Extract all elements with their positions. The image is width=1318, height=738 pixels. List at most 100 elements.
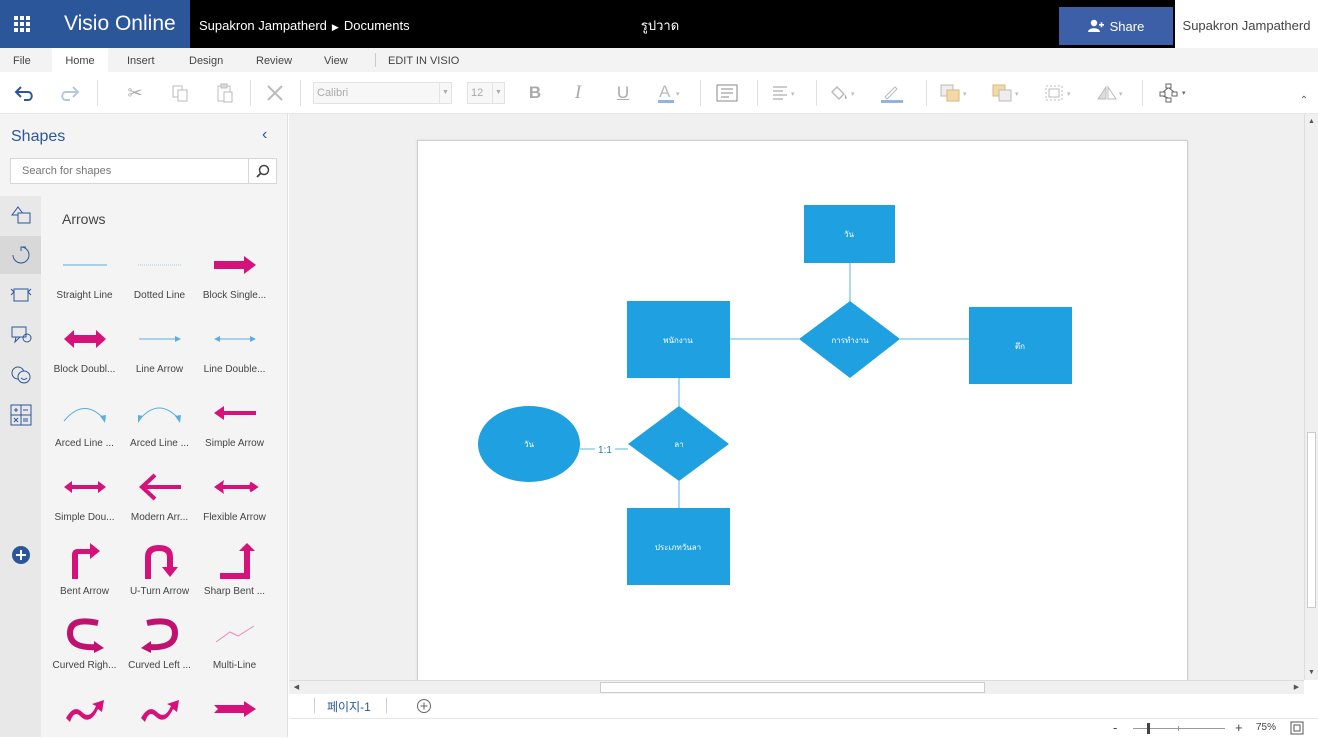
shape-sharp-bent-arrow[interactable]: Sharp Bent ... xyxy=(197,536,272,610)
tab-view[interactable]: View xyxy=(324,48,348,72)
scroll-up-icon[interactable]: ▲ xyxy=(1306,115,1317,128)
bent-arrow-icon xyxy=(71,543,100,579)
shape-u-turn-arrow[interactable]: U-Turn Arrow xyxy=(122,536,197,610)
font-name-select[interactable]: Calibri ▼ xyxy=(313,82,452,104)
scroll-down-icon[interactable]: ▼ xyxy=(1306,666,1317,679)
shape-curved-right-arrow[interactable]: Curved Righ... xyxy=(47,610,122,684)
shape-line-double-arrow[interactable]: Line Double... xyxy=(197,314,272,388)
italic-button[interactable]: I xyxy=(565,80,591,106)
page-tab[interactable]: 페이지-1 xyxy=(327,698,371,715)
search-icon[interactable] xyxy=(248,159,276,183)
horizontal-scroll-thumb[interactable] xyxy=(600,682,985,693)
ribbon-tabs: File Home Insert Design Review View EDIT… xyxy=(0,48,1318,72)
vertical-scroll-thumb[interactable] xyxy=(1307,432,1316,608)
shape-wave-arrow[interactable] xyxy=(47,684,122,734)
shape-simple-double-arrow[interactable]: Simple Dou... xyxy=(47,462,122,536)
tab-design[interactable]: Design xyxy=(189,48,223,72)
shape-simple-arrow[interactable]: Simple Arrow xyxy=(197,388,272,462)
arrows-stencil-button[interactable] xyxy=(0,236,41,274)
bold-button[interactable]: B xyxy=(522,80,548,106)
zoom-level[interactable]: 75% xyxy=(1256,722,1276,733)
shape-label: U-Turn Arrow xyxy=(129,586,190,597)
drawing-canvas[interactable]: วัน พนักงาน การทำงาน ตึก วัน ลา ประเภทวั… xyxy=(289,114,1304,680)
basic-shapes-button[interactable] xyxy=(0,196,41,234)
redo-button[interactable] xyxy=(54,80,84,106)
shape-arced-line-double[interactable]: Arced Line ... xyxy=(122,388,197,462)
app-name[interactable]: Visio Online xyxy=(44,0,190,48)
horizontal-scrollbar[interactable]: ◀ ▶ xyxy=(289,680,1304,694)
shape-label: Sharp Bent ... xyxy=(203,586,266,597)
copy-button[interactable] xyxy=(165,80,195,106)
group-button[interactable]: ▾ xyxy=(1040,80,1078,106)
rotate-flip-button[interactable]: ▾ xyxy=(1092,80,1130,106)
svg-text:▾: ▾ xyxy=(851,91,855,98)
add-stencil-button[interactable] xyxy=(0,536,41,574)
vertical-scrollbar[interactable]: ▲ ▼ xyxy=(1304,114,1318,680)
toolbar-separator xyxy=(816,80,817,106)
copy-icon xyxy=(172,85,188,102)
layout-button[interactable]: ▾ xyxy=(1154,80,1192,106)
shape-flexible-arrow[interactable]: Flexible Arrow xyxy=(197,462,272,536)
scroll-left-icon[interactable]: ◀ xyxy=(290,681,303,694)
delete-button[interactable] xyxy=(260,80,290,106)
shape-curved-left-arrow[interactable]: Curved Left ... xyxy=(122,610,197,684)
status-bar: - + 75% xyxy=(289,718,1318,737)
share-button[interactable]: Share xyxy=(1059,7,1173,45)
cut-button[interactable]: ✂ xyxy=(120,80,150,106)
math-stencil-button[interactable] xyxy=(0,396,41,434)
shape-straight-line[interactable]: Straight Line xyxy=(47,240,122,314)
font-size-select[interactable]: 12 ▼ xyxy=(467,82,505,104)
align-left-icon: ▾ xyxy=(773,86,795,100)
scroll-right-icon[interactable]: ▶ xyxy=(1290,681,1303,694)
shape-wave-arrow-2[interactable] xyxy=(122,684,197,734)
text-box-button[interactable] xyxy=(712,80,742,106)
breadcrumb-folder[interactable]: Documents xyxy=(344,18,410,33)
smiley-icon xyxy=(11,366,30,384)
shape-bent-arrow[interactable]: Bent Arrow xyxy=(47,536,122,610)
shape-block-double-arrow[interactable]: Block Doubl... xyxy=(47,314,122,388)
shape-notched-arrow[interactable] xyxy=(197,684,272,734)
collapse-ribbon-button[interactable]: ⌃ xyxy=(1296,92,1312,108)
emoji-stencil-button[interactable] xyxy=(0,356,41,394)
zoom-slider-thumb[interactable] xyxy=(1147,723,1150,734)
shape-label: Dotted Line xyxy=(133,290,186,301)
tab-edit-in-visio[interactable]: EDIT IN VISIO xyxy=(388,48,459,72)
paste-button[interactable] xyxy=(210,80,240,106)
drawing-page[interactable]: วัน พนักงาน การทำงาน ตึก วัน ลา ประเภทวั… xyxy=(417,140,1188,680)
shape-modern-arrow[interactable]: Modern Arr... xyxy=(122,462,197,536)
zoom-out-button[interactable]: - xyxy=(1113,720,1117,735)
tab-insert[interactable]: Insert xyxy=(127,48,155,72)
fill-button[interactable]: ▾ xyxy=(828,80,862,106)
tab-review[interactable]: Review xyxy=(256,48,292,72)
shape-search-input[interactable]: Search for shapes xyxy=(10,158,277,184)
clipboard-icon xyxy=(217,83,233,103)
ribbon-toolbar: ✂ Calibri▼ 12▼ B I U A▾ ▾ ▾ ▾ ▾ ▾ ▾ ▾ xyxy=(0,72,1318,114)
underline-button[interactable]: U xyxy=(610,80,636,106)
document-title[interactable]: รูปวาด xyxy=(600,0,720,48)
zoom-in-button[interactable]: + xyxy=(1235,720,1243,735)
shape-arced-line-arrow[interactable]: Arced Line ... xyxy=(47,388,122,462)
add-page-button[interactable] xyxy=(416,698,432,714)
shape-dotted-line[interactable]: Dotted Line xyxy=(122,240,197,314)
font-color-button[interactable]: A ▾ xyxy=(652,80,686,106)
breadcrumb-owner[interactable]: Supakron Jampatherd xyxy=(199,18,327,33)
bring-forward-button[interactable]: ▾ xyxy=(936,80,974,106)
send-backward-button[interactable]: ▾ xyxy=(988,80,1026,106)
undo-button[interactable] xyxy=(10,80,40,106)
flip-icon: ▾ xyxy=(1097,85,1123,100)
user-account[interactable]: Supakron Jampatherd xyxy=(1175,0,1318,48)
shape-block-single-arrow[interactable]: Block Single... xyxy=(197,240,272,314)
callouts-stencil-button[interactable] xyxy=(0,316,41,354)
tab-file[interactable]: File xyxy=(13,48,31,72)
banners-stencil-button[interactable] xyxy=(0,276,41,314)
shape-label: Line Arrow xyxy=(135,364,184,375)
shape-line-arrow[interactable]: Line Arrow xyxy=(122,314,197,388)
collapse-panel-button[interactable]: ‹ xyxy=(262,126,267,144)
curved-right-arrow-icon xyxy=(66,618,104,653)
align-button[interactable]: ▾ xyxy=(768,80,802,106)
shape-multi-line[interactable]: Multi-Line xyxy=(197,610,272,684)
app-launcher-button[interactable] xyxy=(0,0,44,48)
line-color-button[interactable] xyxy=(876,80,910,106)
fit-to-window-button[interactable] xyxy=(1290,721,1304,735)
tab-home[interactable]: Home xyxy=(52,48,108,72)
